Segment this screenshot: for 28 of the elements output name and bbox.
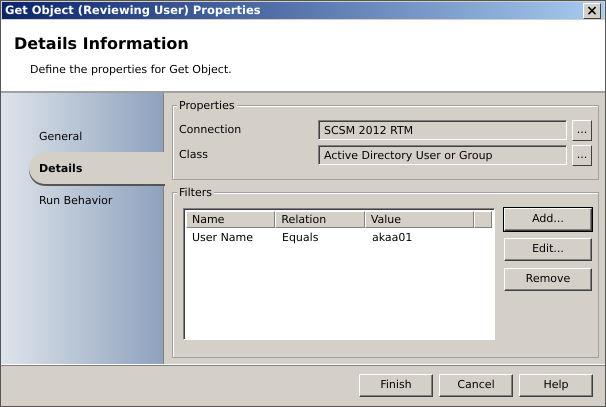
filter-button[interactable]: Remove — [504, 268, 592, 291]
list-cell-text: User Name — [191, 230, 254, 245]
sidebar-tab[interactable]: Details — [29, 152, 165, 184]
list-cell-text: Equals — [281, 230, 320, 245]
read-only-field[interactable]: Active Directory User or Group — [318, 145, 567, 166]
page-description: Define the properties for Get Object. — [29, 62, 233, 78]
filter-button[interactable]: Edit... — [504, 238, 592, 261]
column-header[interactable]: Value — [364, 210, 474, 228]
column-header[interactable] — [474, 210, 492, 228]
group-label: Properties — [177, 98, 237, 114]
field-label: Class — [179, 147, 209, 163]
sidebar-tab[interactable]: General — [29, 120, 164, 152]
list-cell-text: akaa01 — [371, 230, 414, 245]
filter-list[interactable]: Name Relation Value User Name Equals akaa01 — [183, 208, 495, 340]
read-only-field[interactable]: SCSM 2012 RTM — [318, 120, 567, 140]
column-header[interactable]: Name — [186, 210, 276, 228]
column-header[interactable]: Relation — [275, 210, 365, 228]
close-button[interactable]: × — [583, 2, 601, 19]
dialog-button[interactable]: Help — [519, 374, 593, 397]
window-title: Get Object (Reviewing User) Properties — [5, 2, 261, 19]
browse-button[interactable]: ... — [572, 144, 592, 166]
browse-button[interactable]: ... — [572, 120, 592, 141]
page-heading: Details Information — [14, 33, 190, 56]
filter-button[interactable]: Add... — [504, 208, 592, 231]
dialog-button[interactable]: Cancel — [439, 374, 513, 397]
field-label: Connection — [179, 122, 242, 138]
dialog-button[interactable]: Finish — [359, 374, 433, 397]
sidebar-tab[interactable]: Run Behavior — [29, 184, 164, 216]
